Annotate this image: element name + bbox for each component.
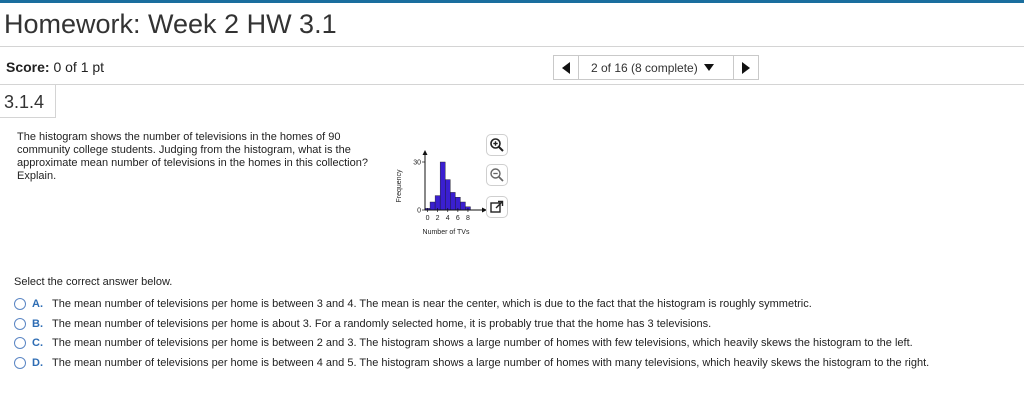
triangle-right-icon (742, 61, 750, 74)
score-value: 0 of 1 pt (49, 59, 105, 75)
answer-prompt: Select the correct answer below. (14, 276, 173, 288)
x-tick-label: 4 (446, 215, 450, 222)
question-number: 3.1.4 (4, 92, 45, 112)
histogram-bar (450, 192, 456, 211)
divider (0, 46, 1024, 47)
top-accent-rule (0, 0, 1024, 3)
divider (0, 84, 1024, 85)
radio-button[interactable] (14, 337, 26, 349)
histogram-bar (439, 161, 446, 211)
option-text: The mean number of televisions per home … (52, 298, 812, 310)
x-tick-label: 6 (456, 215, 460, 222)
question-select-dropdown[interactable]: 2 of 16 (8 complete) (579, 55, 733, 80)
option-letter: C. (32, 337, 43, 349)
histogram-chart: 0 2 4 6 8030Number of TVsFrequency (396, 150, 487, 236)
answer-option-a[interactable]: A. The mean number of televisions per ho… (14, 296, 812, 312)
x-tick-label: 2 (436, 215, 440, 222)
y-tick-label: 0 (417, 208, 421, 215)
histogram-bar (429, 201, 436, 211)
x-axis-label: Number of TVs (423, 229, 470, 236)
popout-icon (490, 200, 504, 213)
answer-option-c[interactable]: C. The mean number of televisions per ho… (14, 335, 913, 351)
option-text: The mean number of televisions per home … (52, 337, 913, 349)
histogram-bar (460, 201, 466, 211)
option-text: The mean number of televisions per home … (52, 357, 930, 369)
previous-question-button[interactable] (553, 55, 579, 80)
caret-down-icon (703, 64, 714, 71)
zoom-out-button[interactable] (486, 164, 508, 186)
answer-option-d[interactable]: D. The mean number of televisions per ho… (14, 355, 929, 371)
radio-button[interactable] (14, 298, 26, 310)
score-display: Score: 0 of 1 pt (6, 59, 104, 75)
score-label: Score: (6, 59, 50, 75)
zoom-in-button[interactable] (486, 134, 508, 156)
popout-button[interactable] (486, 196, 508, 218)
page-title: Homework: Week 2 HW 3.1 (4, 9, 337, 39)
y-axis-arrow-icon (422, 150, 428, 155)
option-text: The mean number of televisions per home … (52, 318, 712, 330)
histogram-bar (445, 179, 451, 211)
y-axis-label: Frequency (396, 169, 403, 203)
question-text: The histogram shows the number of televi… (17, 131, 368, 182)
question-navigator: 2 of 16 (8 complete) (553, 55, 759, 80)
option-letter: B. (32, 318, 43, 330)
zoom-in-icon (490, 138, 504, 152)
radio-button[interactable] (14, 357, 26, 369)
radio-button[interactable] (14, 318, 26, 330)
answer-option-b[interactable]: B. The mean number of televisions per ho… (14, 316, 711, 332)
x-tick-label: 8 (466, 215, 470, 222)
y-tick-label: 30 (413, 160, 421, 167)
option-letter: A. (32, 298, 43, 310)
question-progress: 2 of 16 (8 complete) (591, 60, 698, 75)
triangle-left-icon (562, 61, 570, 74)
histogram-bar (434, 195, 441, 211)
next-question-button[interactable] (733, 55, 759, 80)
option-letter: D. (32, 357, 43, 369)
zoom-out-icon (490, 168, 504, 182)
x-tick-label: 0 (426, 215, 430, 222)
